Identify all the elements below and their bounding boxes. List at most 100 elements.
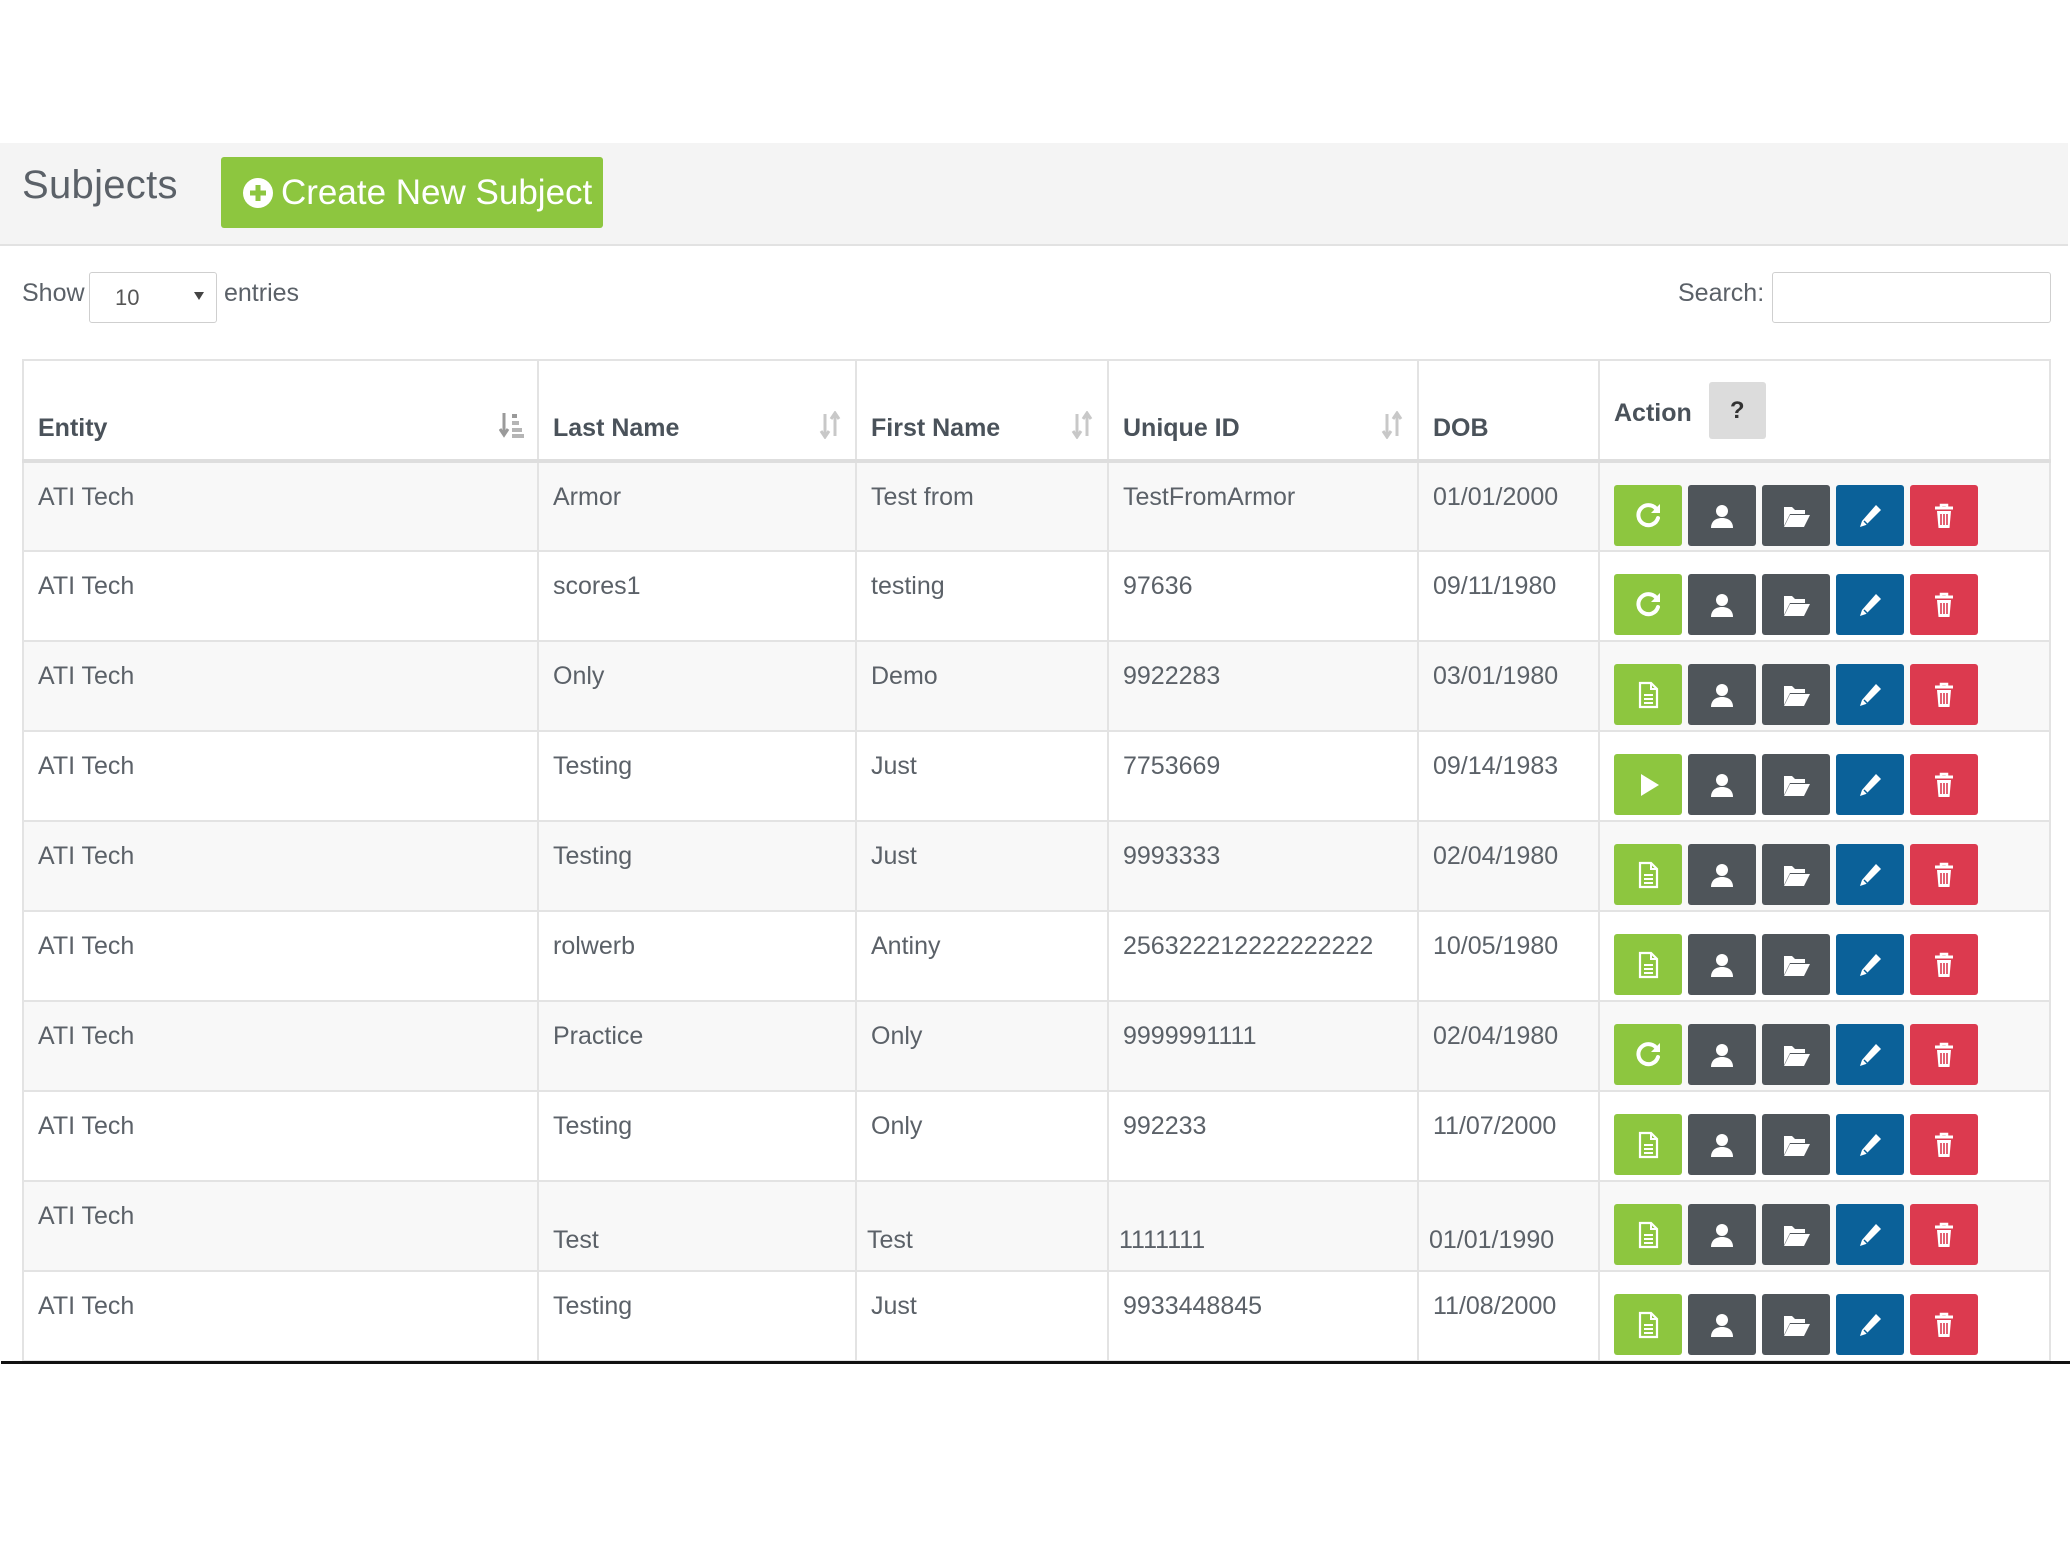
table-row: ATI Tech Test Test 1111111 01/01/1990 (22, 1180, 2051, 1272)
files-button[interactable] (1762, 485, 1830, 546)
edit-button[interactable] (1836, 485, 1904, 546)
profile-button[interactable] (1688, 754, 1756, 815)
row-actions (1614, 574, 2035, 635)
delete-button[interactable] (1910, 934, 1978, 995)
profile-button[interactable] (1688, 485, 1756, 546)
cell-first-name: Demo (855, 640, 1109, 732)
cell-dob: 11/07/2000 (1417, 1090, 1600, 1182)
column-header-unique-id[interactable]: Unique ID (1107, 359, 1419, 463)
document-button[interactable] (1614, 844, 1682, 905)
cell-actions (1598, 1270, 2051, 1362)
cell-actions (1598, 550, 2051, 642)
create-new-subject-button[interactable]: Create New Subject (221, 157, 603, 228)
user-icon (1711, 1133, 1733, 1157)
help-button[interactable]: ? (1708, 382, 1766, 439)
column-header-action: Action ? (1598, 359, 2051, 463)
sort-both-icon[interactable] (817, 411, 843, 439)
edit-button[interactable] (1836, 1114, 1904, 1175)
profile-button[interactable] (1688, 934, 1756, 995)
cell-unique-id: 1111111 (1107, 1180, 1419, 1272)
delete-button[interactable] (1910, 664, 1978, 725)
cell-dob: 10/05/1980 (1417, 910, 1600, 1002)
delete-button[interactable] (1910, 485, 1978, 546)
cell-actions (1598, 730, 2051, 822)
trash-icon (1935, 503, 1953, 528)
document-icon (1638, 681, 1659, 708)
files-button[interactable] (1762, 1294, 1830, 1355)
edit-button[interactable] (1836, 934, 1904, 995)
files-button[interactable] (1762, 934, 1830, 995)
table-row: ATI Tech Only Demo 9922283 03/01/1980 (22, 640, 2051, 732)
delete-button[interactable] (1910, 574, 1978, 635)
edit-button[interactable] (1836, 844, 1904, 905)
document-button[interactable] (1614, 664, 1682, 725)
edit-button[interactable] (1836, 1024, 1904, 1085)
edit-button[interactable] (1836, 574, 1904, 635)
search-input[interactable] (1772, 272, 2051, 323)
table-row: ATI Tech scores1 testing 97636 09/11/198… (22, 550, 2051, 642)
files-button[interactable] (1762, 754, 1830, 815)
play-button[interactable] (1614, 754, 1682, 815)
row-actions (1614, 1024, 2035, 1085)
refresh-button[interactable] (1614, 1024, 1682, 1085)
row-actions (1614, 664, 2035, 725)
column-label: Action (1614, 399, 1692, 428)
cell-entity: ATI Tech (22, 910, 539, 1002)
document-button[interactable] (1614, 1294, 1682, 1355)
edit-button[interactable] (1836, 1204, 1904, 1265)
profile-button[interactable] (1688, 574, 1756, 635)
cell-first-name: Only (855, 1000, 1109, 1092)
delete-button[interactable] (1910, 754, 1978, 815)
files-button[interactable] (1762, 1024, 1830, 1085)
delete-button[interactable] (1910, 844, 1978, 905)
trash-icon (1935, 682, 1953, 707)
sort-ascending-icon[interactable] (499, 411, 525, 439)
edit-button[interactable] (1836, 1294, 1904, 1355)
document-icon (1638, 861, 1659, 888)
sort-both-icon[interactable] (1069, 411, 1095, 439)
profile-button[interactable] (1688, 1294, 1756, 1355)
refresh-button[interactable] (1614, 485, 1682, 546)
pencil-icon (1860, 683, 1881, 706)
document-button[interactable] (1614, 1114, 1682, 1175)
column-header-entity[interactable]: Entity (22, 359, 539, 463)
files-button[interactable] (1762, 844, 1830, 905)
delete-button[interactable] (1910, 1294, 1978, 1355)
edit-button[interactable] (1836, 754, 1904, 815)
column-header-last-name[interactable]: Last Name (537, 359, 857, 463)
page-length-select[interactable]: 10 (89, 272, 217, 323)
cell-unique-id: 7753669 (1107, 730, 1419, 822)
profile-button[interactable] (1688, 844, 1756, 905)
row-actions (1614, 485, 2035, 546)
files-button[interactable] (1762, 664, 1830, 725)
folder-open-icon (1784, 865, 1810, 886)
sort-both-icon[interactable] (1379, 411, 1405, 439)
row-actions (1614, 844, 2035, 905)
column-label: Entity (38, 414, 108, 442)
document-button[interactable] (1614, 934, 1682, 995)
cell-actions (1598, 910, 2051, 1002)
row-actions (1614, 1294, 2035, 1355)
files-button[interactable] (1762, 1114, 1830, 1175)
cell-last-name: scores1 (537, 550, 857, 642)
files-button[interactable] (1762, 1204, 1830, 1265)
delete-button[interactable] (1910, 1114, 1978, 1175)
refresh-button[interactable] (1614, 574, 1682, 635)
cell-unique-id: 97636 (1107, 550, 1419, 642)
profile-button[interactable] (1688, 664, 1756, 725)
profile-button[interactable] (1688, 1204, 1756, 1265)
profile-button[interactable] (1688, 1114, 1756, 1175)
pencil-icon (1860, 863, 1881, 886)
files-button[interactable] (1762, 574, 1830, 635)
cell-first-name: Only (855, 1090, 1109, 1182)
edit-button[interactable] (1836, 664, 1904, 725)
folder-open-icon (1784, 955, 1810, 976)
profile-button[interactable] (1688, 1024, 1756, 1085)
delete-button[interactable] (1910, 1204, 1978, 1265)
column-header-first-name[interactable]: First Name (855, 359, 1109, 463)
folder-open-icon (1784, 775, 1810, 796)
cell-first-name: Just (855, 1270, 1109, 1362)
delete-button[interactable] (1910, 1024, 1978, 1085)
document-button[interactable] (1614, 1204, 1682, 1265)
column-label: First Name (871, 414, 1001, 442)
